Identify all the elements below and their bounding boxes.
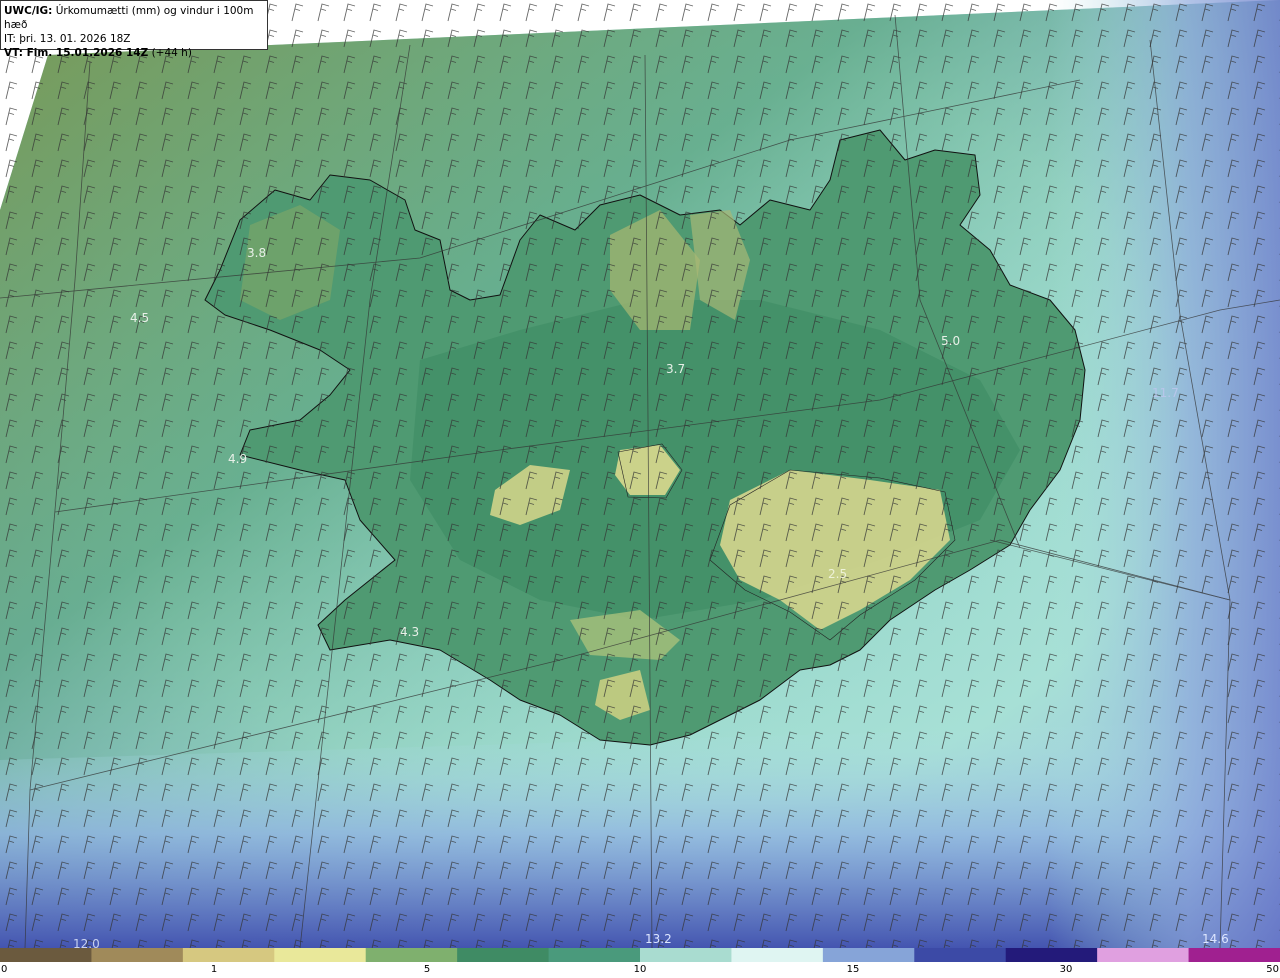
colorbar-segment (1097, 948, 1190, 962)
colorbar-segment (0, 948, 92, 962)
colorbar-segment (274, 948, 367, 962)
colorbar-tick: 15 (846, 964, 860, 975)
field-value-label: 14.6 (1202, 932, 1229, 946)
colorbar-segment (457, 948, 550, 962)
colorbar-tick: 5 (423, 964, 431, 975)
initial-time: IT: þri. 13. 01. 2026 18Z (4, 33, 131, 45)
colorbar-segment (1005, 948, 1098, 962)
field-value-label: 4.9 (228, 452, 247, 466)
colorbar-segment (182, 948, 275, 962)
wind-barbs (0, 0, 1280, 948)
map-header: UWC/IG: Úrkomumætti (mm) og vindur i 100… (0, 0, 268, 59)
colorbar-labels: 0 1 5 10 15 30 50 (0, 962, 1280, 978)
model-name: UWC/IG: (4, 5, 53, 17)
lead-time: (+44 h) (151, 47, 192, 59)
colorbar-tick: 30 (1059, 964, 1073, 975)
colorbar-tick: 1 (210, 964, 218, 975)
colorbar-tick: 10 (633, 964, 647, 975)
field-value-label: 4.3 (400, 625, 419, 639)
colorbar-segment (640, 948, 732, 962)
field-value-label: 5.0 (941, 334, 960, 348)
colorbar-segment (1188, 948, 1280, 962)
field-value-label: 11.7 (1152, 386, 1179, 400)
field-value-label: 4.5 (130, 311, 149, 325)
colorbar-segment (548, 948, 641, 962)
field-value-label: 13.2 (645, 932, 672, 946)
colorbar-segment (914, 948, 1007, 962)
colorbar-tick: 0 (1, 964, 8, 975)
colorbar-segment (731, 948, 824, 962)
colorbar-segment (365, 948, 458, 962)
colorbar-tick: 50 (1266, 964, 1279, 975)
field-value-label: 2.5 (828, 567, 847, 581)
field-value-label: 3.7 (666, 362, 685, 376)
colorbar-segment (91, 948, 184, 962)
precipitation-wind-map: 3.8 4.5 4.9 4.3 3.7 5.0 11.7 13.2 14.6 2… (0, 0, 1280, 948)
colorbar (0, 948, 1280, 962)
field-value-label: 12.0 (73, 937, 100, 948)
field-value-label: 3.8 (247, 246, 266, 260)
colorbar-segment (822, 948, 915, 962)
valid-time: VT: Fim. 15.01.2026 14Z (4, 47, 149, 59)
